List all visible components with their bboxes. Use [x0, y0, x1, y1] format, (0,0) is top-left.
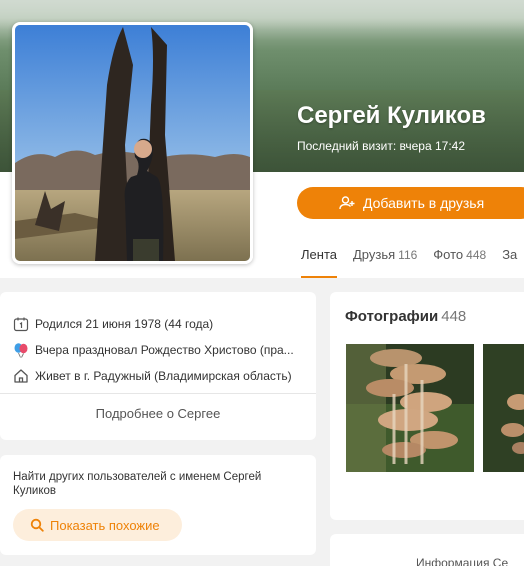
balloons-icon — [14, 343, 28, 358]
mushroom-photo — [483, 344, 524, 472]
about-card: Родился 21 июня 1978 (44 года) Вчера пра… — [0, 292, 316, 440]
location-row: Живет в г. Радужный (Владимирская област… — [13, 368, 292, 384]
show-similar-label: Показать похожие — [50, 517, 160, 533]
tab-friends-count: 116 — [398, 248, 418, 262]
holiday-row: Вчера праздновал Рождество Христово (пра… — [13, 342, 294, 358]
tab-feed-label: Лента — [301, 247, 337, 262]
show-similar-button[interactable]: Показать похожие — [13, 509, 182, 541]
profile-tabs: Лента Друзья 116 Фото 448 За — [301, 247, 524, 278]
more-about-link[interactable]: Подробнее о Сергее — [0, 406, 316, 421]
tab-friends[interactable]: Друзья 116 — [353, 247, 417, 278]
info-card-label: Информация Се — [416, 556, 509, 566]
add-friend-button[interactable]: Добавить в друзья — [297, 187, 524, 219]
tab-friends-label: Друзья — [352, 247, 396, 262]
avatar-photo — [15, 25, 250, 261]
tab-more[interactable]: За — [502, 247, 517, 278]
find-similar-card: Найти других пользователей с именем Серг… — [0, 455, 316, 555]
house-icon — [14, 369, 28, 383]
add-user-icon — [339, 196, 355, 210]
birth-row: Родился 21 июня 1978 (44 года) — [13, 316, 213, 332]
holiday-text: Вчера праздновал Рождество Христово (пра… — [35, 343, 294, 357]
photos-title-label: Фотографии — [345, 308, 439, 325]
calendar-icon — [13, 317, 29, 332]
tab-photos[interactable]: Фото 448 — [433, 247, 486, 278]
tab-photos-label: Фото — [433, 247, 464, 262]
tab-photos-count: 448 — [466, 248, 487, 262]
tab-more-label: За — [502, 247, 518, 262]
photo-thumbnail[interactable] — [483, 344, 524, 472]
photos-card: Фотографии 448 — [330, 292, 524, 520]
photos-title[interactable]: Фотографии 448 — [345, 308, 466, 325]
divider — [0, 393, 316, 394]
profile-name: Сергей Куликов — [297, 102, 486, 129]
add-friend-label: Добавить в друзья — [363, 195, 485, 211]
mushroom-photo — [346, 344, 474, 472]
avatar[interactable] — [12, 22, 253, 264]
find-similar-text: Найти других пользователей с именем Серг… — [13, 471, 262, 497]
birth-text: Родился 21 июня 1978 (44 года) — [35, 317, 214, 331]
search-icon — [30, 518, 44, 532]
info-card: Информация Се — [330, 534, 524, 566]
photo-thumbnail[interactable] — [346, 344, 474, 472]
tab-feed[interactable]: Лента — [301, 247, 337, 278]
last-visit: Последний визит: вчера 17:42 — [297, 139, 465, 153]
location-text: Живет в г. Радужный (Владимирская област… — [35, 369, 292, 383]
photos-count: 448 — [441, 308, 467, 325]
